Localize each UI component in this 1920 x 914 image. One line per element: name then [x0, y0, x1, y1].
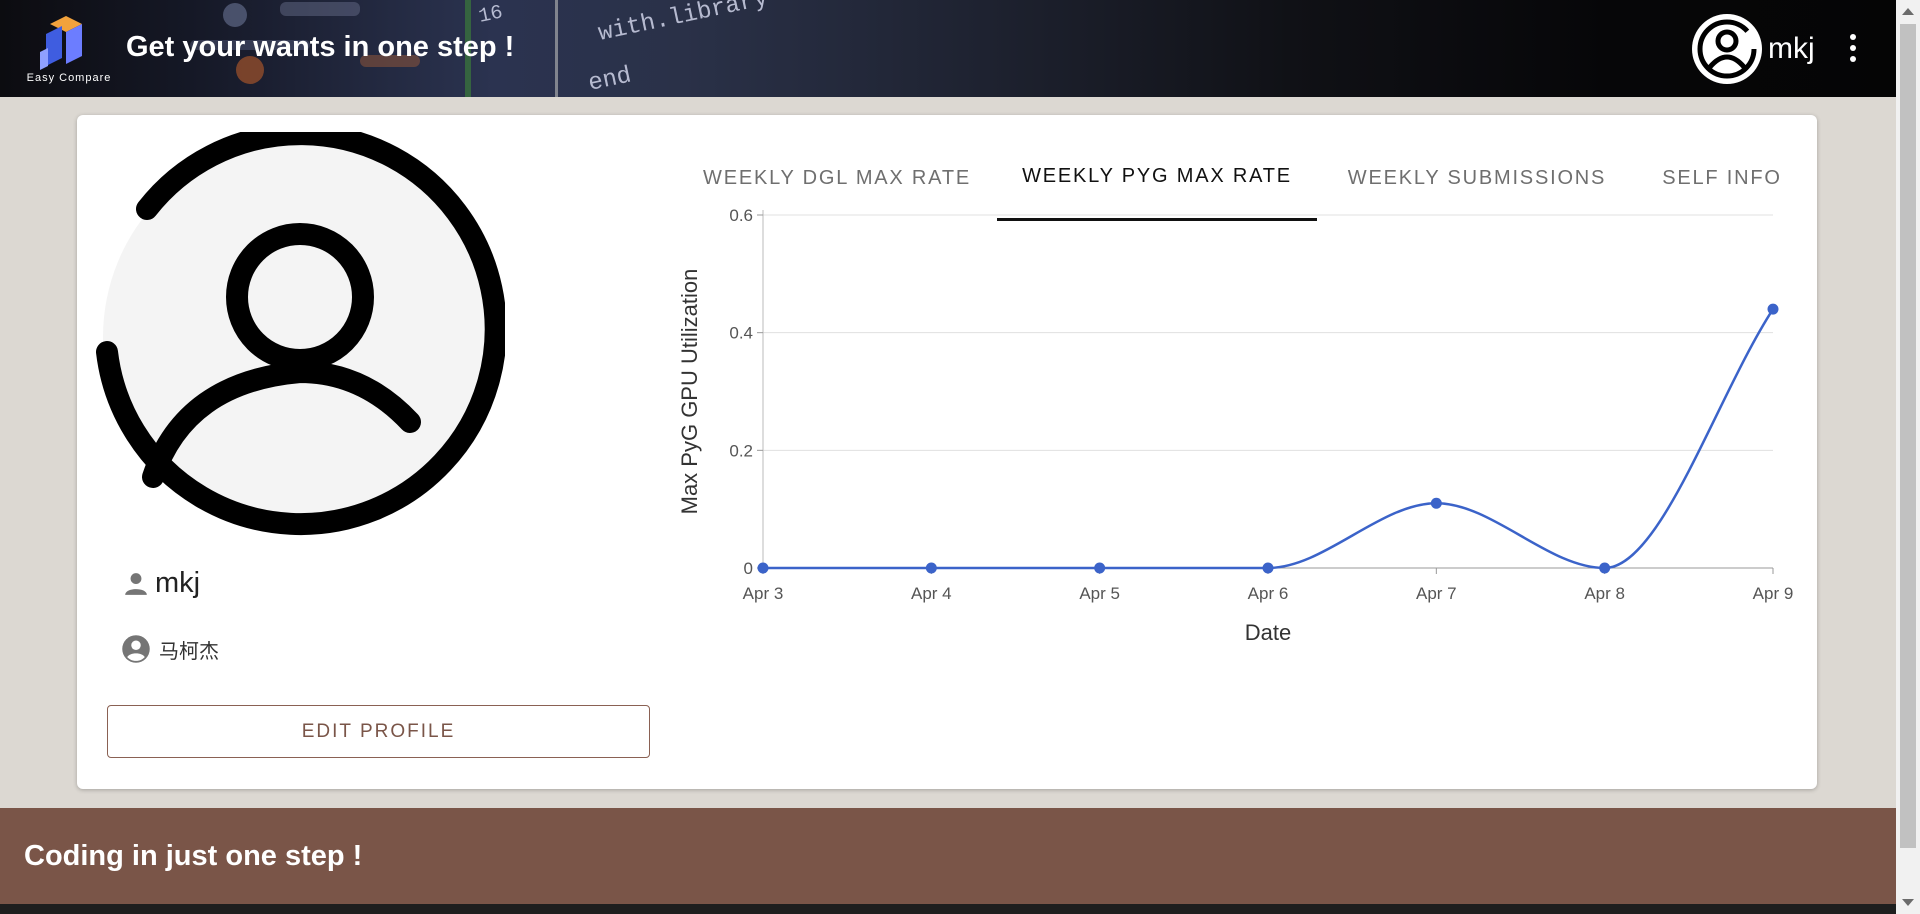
scroll-up-arrow-icon[interactable]	[1902, 8, 1914, 15]
x-tick-label: Apr 6	[1248, 584, 1289, 603]
svg-text:end: end	[586, 62, 634, 97]
user-icon	[1697, 19, 1757, 79]
logo-text: Easy Compare	[26, 72, 112, 84]
person-icon	[125, 572, 147, 595]
footer-strip	[0, 904, 1896, 914]
footer-text: Coding in just one step !	[24, 840, 363, 872]
scrollbar-thumb[interactable]	[1900, 24, 1916, 848]
profile-card: mkj 马柯杰 EDIT PROFILE WEEKLY DGL MAX RATE…	[77, 115, 1817, 789]
app-footer: Coding in just one step !	[0, 808, 1896, 904]
profile-avatar-icon	[96, 132, 505, 536]
svg-text:with.library :rails: with.library :rails	[596, 0, 869, 48]
account-menu[interactable]: mkj	[1692, 12, 1815, 86]
y-axis-ticks: 00.20.40.6	[729, 206, 763, 578]
logo-icon	[40, 16, 82, 70]
app-title: Get your wants in one step !	[126, 31, 515, 63]
data-point	[1767, 303, 1779, 315]
profile-realname-row: 马柯杰	[121, 634, 219, 664]
stats-tabs: WEEKLY DGL MAX RATE WEEKLY PYG MAX RATE …	[677, 135, 1807, 221]
x-tick-label: Apr 7	[1416, 584, 1457, 603]
data-point	[1599, 562, 1611, 574]
vertical-scrollbar[interactable]	[1896, 0, 1920, 914]
x-axis-ticks: Apr 3 Apr 4 Apr 5 Apr 6 Apr 7 Apr 8 Apr 9	[743, 568, 1794, 603]
app-logo[interactable]: Easy Compare	[26, 12, 112, 86]
data-point	[757, 562, 769, 574]
tab-weekly-dgl-max-rate[interactable]: WEEKLY DGL MAX RATE	[677, 135, 997, 221]
series-line	[763, 308, 1775, 570]
x-axis-label: Date	[1245, 620, 1291, 645]
app-header: with.library :rails end 16 Easy Compare …	[0, 0, 1896, 97]
account-circle-icon	[122, 635, 150, 663]
edit-profile-button[interactable]: EDIT PROFILE	[107, 705, 650, 758]
y-axis-label: Max PyG GPU Utilization	[677, 269, 702, 515]
x-tick-label: Apr 9	[1753, 584, 1794, 603]
svg-text:16: 16	[477, 1, 505, 28]
data-point	[1430, 497, 1442, 509]
data-point	[925, 562, 937, 574]
tab-weekly-submissions[interactable]: WEEKLY SUBMISSIONS	[1317, 135, 1637, 221]
y-tick-label: 0.4	[729, 324, 753, 343]
more-vert-icon[interactable]	[1838, 28, 1868, 68]
y-tick-label: 0	[744, 559, 753, 578]
profile-real-name: 马柯杰	[159, 640, 219, 663]
profile-username-row: mkj	[123, 567, 200, 600]
x-tick-label: Apr 4	[911, 584, 952, 603]
data-point	[1262, 562, 1274, 574]
scroll-down-arrow-icon[interactable]	[1902, 899, 1914, 906]
header-username[interactable]: mkj	[1768, 32, 1815, 66]
data-points	[757, 303, 1779, 574]
data-point	[1094, 562, 1106, 574]
x-tick-label: Apr 3	[743, 584, 784, 603]
y-tick-label: 0.2	[729, 441, 753, 460]
avatar[interactable]	[1692, 14, 1762, 84]
profile-username: mkj	[155, 567, 201, 599]
x-tick-label: Apr 8	[1584, 584, 1625, 603]
x-tick-label: Apr 5	[1079, 584, 1120, 603]
chart-grid	[762, 210, 1773, 569]
tab-weekly-pyg-max-rate[interactable]: WEEKLY PYG MAX RATE	[997, 135, 1317, 221]
tab-self-info[interactable]: SELF INFO	[1637, 135, 1807, 221]
